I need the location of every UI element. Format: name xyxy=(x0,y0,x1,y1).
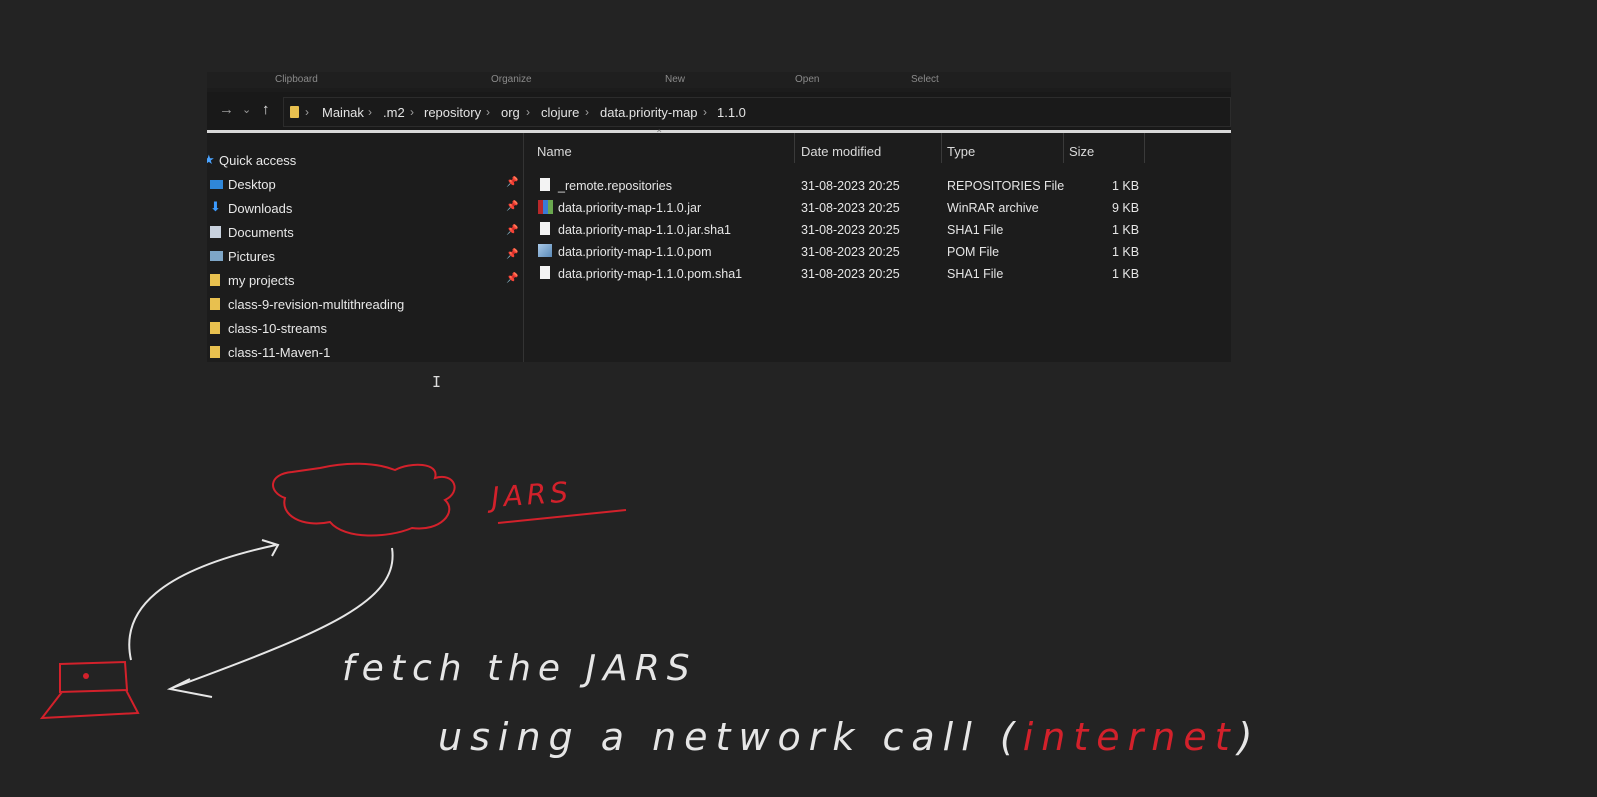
request-arrow xyxy=(128,539,280,661)
network-call-text: using a network call (internet) xyxy=(438,715,1260,759)
computer-drawing xyxy=(39,660,140,720)
closing-paren-text: ) xyxy=(1235,715,1261,759)
network-call-text-part-1: using a network call ( xyxy=(438,715,1023,759)
handwriting-canvas: JARS fetch the JARS using a network call… xyxy=(39,462,1260,759)
jars-label: JARS xyxy=(485,475,573,514)
fetch-the-jars-text: fetch the JARS xyxy=(342,648,697,689)
cloud-drawing xyxy=(272,462,456,537)
internet-text: internet xyxy=(1023,715,1238,759)
computer-dot xyxy=(83,673,89,679)
